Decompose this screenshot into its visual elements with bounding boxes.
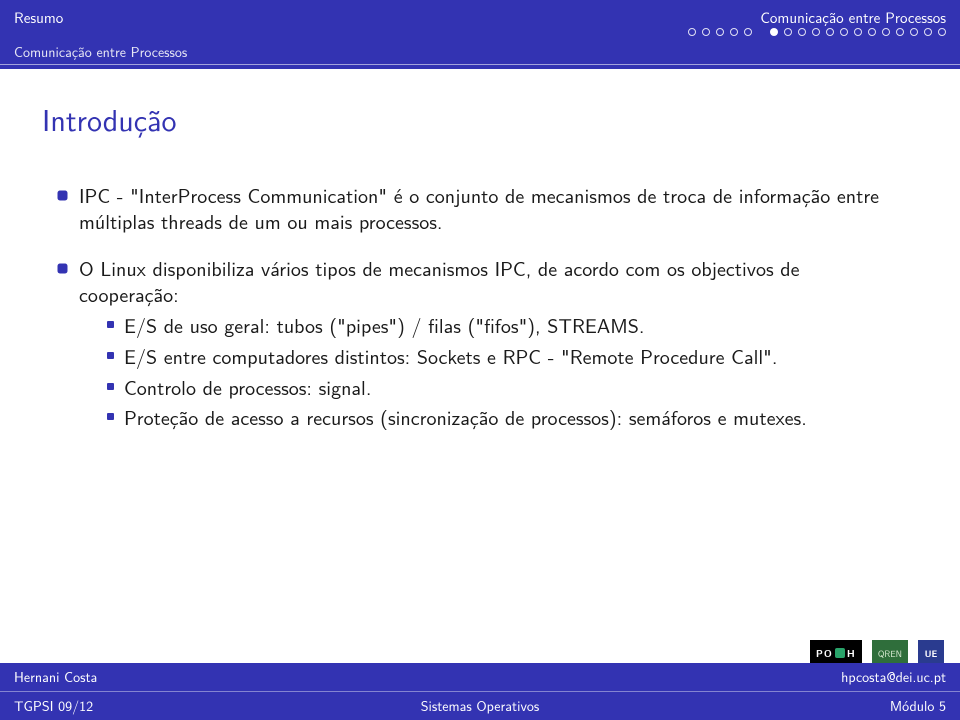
progress-dot-icon[interactable] <box>716 28 724 36</box>
slide-content: IPC - "InterProcess Communication" é o c… <box>0 149 960 436</box>
bullet-level2: E/S entre computadores distintos: Socket… <box>107 344 902 370</box>
bullet-icon <box>107 383 114 390</box>
bullet-icon <box>107 413 114 420</box>
progress-dot-icon[interactable] <box>924 28 932 36</box>
bullet-icon <box>107 321 114 328</box>
sub-bullet-text: E/S entre computadores distintos: Socket… <box>124 344 902 370</box>
frame-title: Introdução <box>0 69 960 149</box>
slide-progress <box>688 28 946 36</box>
sub-bullet-text: E/S de uso geral: tubos ("pipes") / fila… <box>124 313 902 339</box>
progress-dot-icon[interactable] <box>688 28 696 36</box>
bullet-level2: Proteção de acesso a recursos (sincroniz… <box>107 405 902 431</box>
footer-course: TGPSI 09/12 <box>0 692 320 720</box>
footer-module: Módulo 5 <box>640 692 960 720</box>
progress-dot-icon[interactable] <box>770 28 778 36</box>
progress-dot-icon[interactable] <box>798 28 806 36</box>
progress-dot-icon[interactable] <box>896 28 904 36</box>
slide-header: Resumo Comunicação entre Processos Comun… <box>0 0 960 69</box>
progress-dot-icon[interactable] <box>854 28 862 36</box>
progress-dot-icon[interactable] <box>882 28 890 36</box>
footer-author: Hernani Costa <box>0 663 320 691</box>
sub-bullet-text: Controlo de processos: signal. <box>124 375 902 401</box>
progress-dot-icon[interactable] <box>784 28 792 36</box>
progress-dot-icon[interactable] <box>702 28 710 36</box>
bullet-level1: O Linux disponibiliza vários tipos de me… <box>58 256 902 436</box>
slide-footer: Hernani Costa hpcosta@dei.uc.pt TGPSI 09… <box>0 663 960 720</box>
progress-dot-icon[interactable] <box>868 28 876 36</box>
bullet-icon <box>58 191 67 200</box>
bullet-icon <box>107 352 114 359</box>
progress-dot-icon[interactable] <box>730 28 738 36</box>
bullet-level2: E/S de uso geral: tubos ("pipes") / fila… <box>107 313 902 339</box>
nav-left-link[interactable]: Resumo <box>14 6 63 28</box>
logo-poph-suffix: H <box>847 646 856 660</box>
sub-bullet-list: E/S de uso geral: tubos ("pipes") / fila… <box>107 313 902 430</box>
progress-dot-icon[interactable] <box>910 28 918 36</box>
nav-right-link[interactable]: Comunicação entre Processos <box>760 6 946 28</box>
logo-poph-square-icon <box>835 648 845 658</box>
bullet-level2: Controlo de processos: signal. <box>107 375 902 401</box>
logo-poph-prefix: PO <box>816 646 833 660</box>
progress-dot-icon[interactable] <box>840 28 848 36</box>
footer-email: hpcosta@dei.uc.pt <box>640 663 960 691</box>
bullet-level1: IPC - "InterProcess Communication" é o c… <box>58 183 902 234</box>
header-underline <box>0 64 960 65</box>
sub-bullet-text: Proteção de acesso a recursos (sincroniz… <box>124 405 902 431</box>
footer-center: Sistemas Operativos <box>320 692 640 720</box>
bullet-text: O Linux disponibiliza vários tipos de me… <box>79 256 902 436</box>
progress-dot-icon[interactable] <box>938 28 946 36</box>
progress-dot-icon[interactable] <box>826 28 834 36</box>
section-subtitle: Comunicação entre Processos <box>14 42 946 62</box>
bullet-icon <box>58 264 67 273</box>
progress-dot-icon[interactable] <box>812 28 820 36</box>
progress-dot-icon[interactable] <box>744 28 752 36</box>
bullet-text: IPC - "InterProcess Communication" é o c… <box>79 183 902 234</box>
